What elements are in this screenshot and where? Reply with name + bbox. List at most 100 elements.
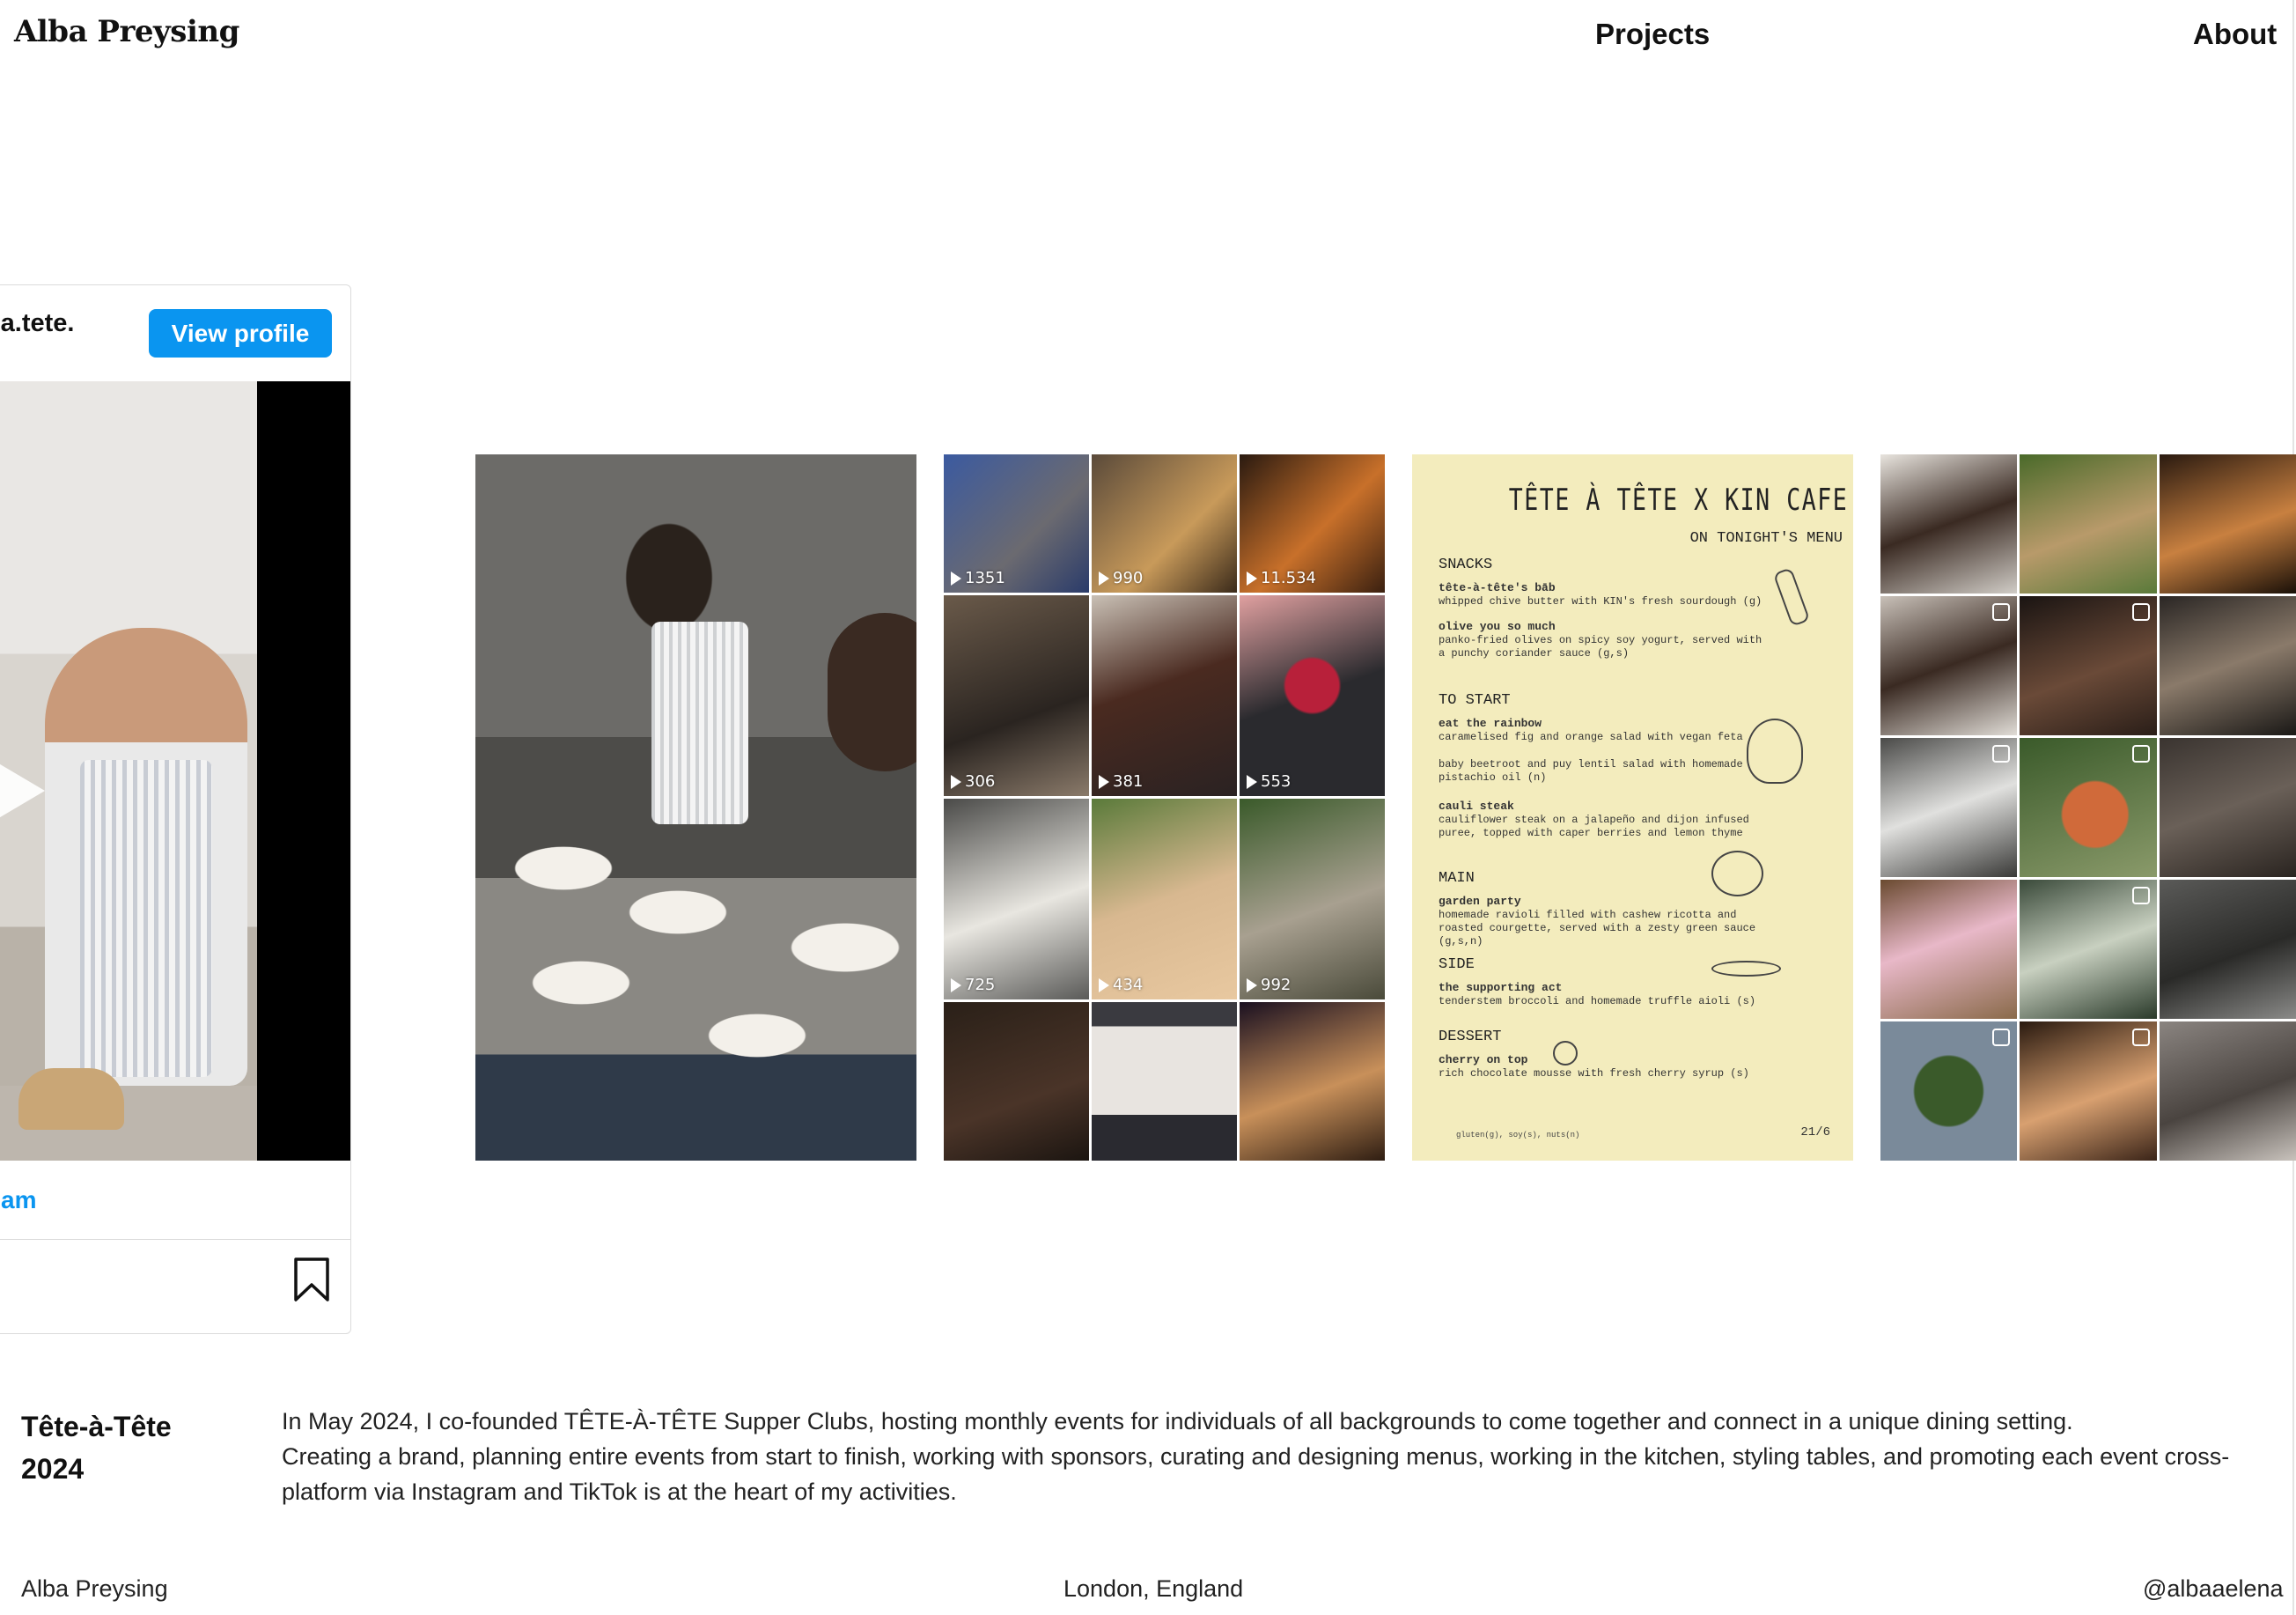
menu-item: eat the rainbow caramelised fig and orang… [1439, 717, 1743, 743]
video-bread [18, 1068, 124, 1130]
menu-footnote: gluten(g), soy(s), nuts(n) [1456, 1131, 1580, 1139]
project-description-line: In May 2024, I co-founded TÊTE-À-TÊTE Su… [282, 1408, 2073, 1434]
project-year: 2024 [21, 1453, 85, 1485]
photo-person [828, 613, 916, 771]
instagram-post-tile[interactable] [2159, 738, 2296, 877]
reel-icon [1992, 745, 2011, 763]
view-count: 553 [1247, 772, 1291, 791]
footer-location: London, England [1063, 1575, 1244, 1602]
project-title: Tête-à-Tête 2024 [21, 1405, 172, 1490]
tiktok-video-tile[interactable]: 992 [1240, 799, 1385, 999]
tiktok-video-tile[interactable] [1092, 1002, 1237, 1161]
instagram-post-tile[interactable] [2159, 880, 2296, 1019]
menu-item: tête-à-tête's bāb whipped chive butter wi… [1439, 581, 1762, 608]
instagram-post-tile[interactable] [1880, 880, 2018, 1019]
tiktok-video-tile[interactable]: 1351 [944, 454, 1089, 593]
play-icon [1099, 978, 1109, 992]
nav-projects-link[interactable]: Projects [1595, 18, 1710, 51]
play-icon [1247, 775, 1257, 789]
play-icon [951, 572, 961, 586]
tiktok-video-tile[interactable] [1240, 1002, 1385, 1161]
menu-item: cherry on top rich chocolate mousse with … [1439, 1053, 1749, 1080]
menu-item: cauli steak cauliflower steak on a jalape… [1439, 800, 1749, 839]
bookmark-icon[interactable] [293, 1257, 330, 1302]
multi-photo-icon [2131, 1029, 2150, 1046]
multi-photo-icon [2131, 887, 2150, 904]
view-count: 434 [1099, 976, 1143, 994]
play-icon [1099, 572, 1109, 586]
menu-item: olive you so much panko-fried olives on s… [1439, 620, 1762, 660]
view-count: 381 [1099, 772, 1143, 791]
reel-icon [2131, 603, 2150, 621]
view-profile-button[interactable]: View profile [149, 309, 332, 358]
video-letterbox [257, 381, 350, 1161]
menu-section-heading: TO START [1439, 692, 1511, 709]
reel-icon [1992, 603, 2011, 621]
menu-item: garden party homemade ravioli filled with… [1439, 895, 1756, 948]
play-icon [951, 775, 961, 789]
instagram-post-tile[interactable] [2020, 738, 2157, 877]
menu-section-heading: SNACKS [1439, 557, 1493, 573]
instagram-post-tile[interactable] [2020, 596, 2157, 735]
menu-item: the supporting act tenderstem broccoli an… [1439, 981, 1756, 1007]
view-count: 990 [1099, 569, 1143, 587]
tiktok-video-tile[interactable]: 434 [1092, 799, 1237, 999]
tiktok-video-tile[interactable]: 381 [1092, 595, 1237, 796]
play-icon [951, 978, 961, 992]
instagram-grid [1880, 454, 2296, 1161]
menu-section-heading: SIDE [1439, 956, 1475, 973]
footer-name: Alba Preysing [21, 1575, 168, 1602]
cutlery-sketch-icon [1772, 567, 1811, 627]
menu-item: baby beetroot and puy lentil salad with … [1439, 758, 1743, 784]
tiktok-video-tile[interactable]: 306 [944, 595, 1089, 796]
instagram-post-tile[interactable] [2020, 454, 2157, 594]
instagram-post-tile[interactable] [2159, 454, 2296, 594]
multi-photo-icon [2131, 745, 2150, 763]
nav-about-link[interactable]: About [2193, 18, 2277, 51]
instagram-embed: tete.a.tete. View profile am [0, 284, 351, 1334]
menu-subtitle: ON TONIGHT'S MENU [1689, 530, 1843, 547]
tiktok-video-tile[interactable]: 725 [944, 799, 1089, 999]
menu-section-heading: DESSERT [1439, 1029, 1502, 1045]
broccoli-sketch-icon [1711, 961, 1781, 977]
view-count: 992 [1247, 976, 1291, 994]
tiktok-video-tile[interactable]: 11.534 [1240, 454, 1385, 593]
tiktok-video-tile[interactable] [944, 1002, 1089, 1161]
cherry-sketch-icon [1553, 1041, 1578, 1066]
play-icon[interactable] [0, 734, 45, 848]
project-description-line: Creating a brand, planning entire events… [282, 1443, 2230, 1505]
play-icon [1099, 775, 1109, 789]
cabbage-sketch-icon [1711, 851, 1763, 896]
instagram-post-tile[interactable] [1880, 738, 2018, 877]
view-count: 306 [951, 772, 995, 791]
footer-instagram-handle[interactable]: @albaaelena [2143, 1575, 2284, 1603]
menu-card[interactable]: TÊTE À TÊTE X KIN CAFE ON TONIGHT'S MENU… [1412, 454, 1853, 1161]
beetroot-sketch-icon [1747, 719, 1803, 784]
instagram-video[interactable] [0, 381, 350, 1161]
view-on-instagram-link[interactable]: am [1, 1186, 36, 1214]
project-description: In May 2024, I co-founded TÊTE-À-TÊTE Su… [282, 1404, 2245, 1509]
menu-section-heading: MAIN [1439, 870, 1475, 887]
kitchen-photo[interactable] [475, 454, 916, 1161]
menu-page-number: 21/6 [1800, 1125, 1830, 1139]
instagram-post-tile[interactable] [2020, 1021, 2157, 1161]
tiktok-grid: 1351 990 11.534 306 381 553 725 434 992 [944, 454, 1385, 1161]
instagram-handle[interactable]: tete.a.tete. [0, 309, 74, 338]
tiktok-video-tile[interactable]: 553 [1240, 595, 1385, 796]
project-name: Tête-à-Tête [21, 1411, 172, 1442]
view-count: 1351 [951, 569, 1005, 587]
view-count: 11.534 [1247, 569, 1316, 587]
instagram-post-tile[interactable] [2020, 880, 2157, 1019]
site-title[interactable]: Alba Preysing [14, 14, 239, 49]
photo-apron [651, 622, 748, 824]
instagram-post-tile[interactable] [1880, 454, 2018, 594]
play-icon [1247, 978, 1257, 992]
video-apron [80, 760, 212, 1077]
tiktok-video-tile[interactable]: 990 [1092, 454, 1237, 593]
menu-title: TÊTE À TÊTE X KIN CAFE [1508, 483, 1848, 518]
instagram-post-tile[interactable] [1880, 1021, 2018, 1161]
instagram-post-tile[interactable] [1880, 596, 2018, 735]
instagram-post-tile[interactable] [2159, 1021, 2296, 1161]
divider [0, 1239, 350, 1240]
instagram-post-tile[interactable] [2159, 596, 2296, 735]
